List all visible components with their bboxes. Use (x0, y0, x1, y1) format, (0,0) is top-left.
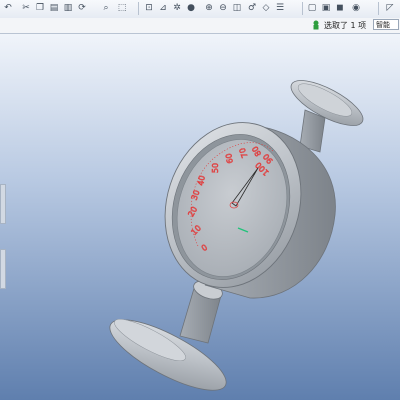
zoom-out-icon[interactable]: ⊖ (217, 2, 229, 14)
appearance-icon[interactable]: ◉ (350, 2, 362, 14)
no-hidden-icon[interactable]: ▣ (320, 2, 332, 14)
main-toolbar: ↶ ✂ ❐ ▤ ▥ ⟳ ⌕ ⬚ ⊡ ⊿ ✲ ● ⊕ ⊖ ◫ ♂ ◇ ☰ ▢ ▣ … (0, 0, 400, 19)
shading-icon[interactable]: ◼ (334, 2, 346, 14)
graphics-viewport[interactable]: 0 10 20 30 40 50 60 70 80 90 100 (0, 34, 400, 400)
zoom-fit-icon[interactable]: ◫ (231, 2, 243, 14)
hidden-line-icon[interactable]: ▢ (306, 2, 318, 14)
copy-icon[interactable]: ❐ (34, 2, 46, 14)
dial-number: 50 (211, 163, 220, 173)
orient-icon[interactable]: ⊿ (157, 2, 169, 14)
repaint-icon[interactable]: ♂ (246, 2, 258, 14)
toolbar-separator (302, 2, 303, 15)
toolbar-separator (138, 2, 139, 15)
selection-status-icon (312, 20, 320, 30)
paste-icon[interactable]: ▤ (48, 2, 60, 14)
selection-status-text: 选取了 1 项 (324, 21, 367, 30)
undo-icon[interactable]: ↶ (2, 2, 14, 14)
layers-icon[interactable]: ☰ (274, 2, 286, 14)
top-mount[interactable] (285, 72, 369, 153)
bottom-mount[interactable] (101, 277, 235, 400)
find-icon[interactable]: ⌕ (100, 2, 112, 14)
refit-icon[interactable]: ⊡ (143, 2, 155, 14)
dial-number: 60 (224, 153, 235, 165)
select-box-icon[interactable]: ⬚ (116, 2, 128, 14)
model-view[interactable]: 0 10 20 30 40 50 60 70 80 90 100 (0, 34, 400, 400)
status-bar: 选取了 1 项 智能 (0, 18, 400, 34)
display-style-icon[interactable]: ● (185, 2, 197, 14)
dial-number: 40 (196, 175, 207, 187)
datum-planes-icon[interactable]: ◸ (384, 2, 396, 14)
cut-icon[interactable]: ✂ (20, 2, 32, 14)
spin-center-icon[interactable]: ✲ (171, 2, 183, 14)
wireframe-icon[interactable]: ◇ (260, 2, 272, 14)
zoom-in-icon[interactable]: ⊕ (203, 2, 215, 14)
paste-special-icon[interactable]: ▥ (62, 2, 74, 14)
regenerate-icon[interactable]: ⟳ (76, 2, 88, 14)
toolbar-separator (378, 2, 379, 15)
selection-filter-select[interactable]: 智能 (373, 19, 399, 30)
